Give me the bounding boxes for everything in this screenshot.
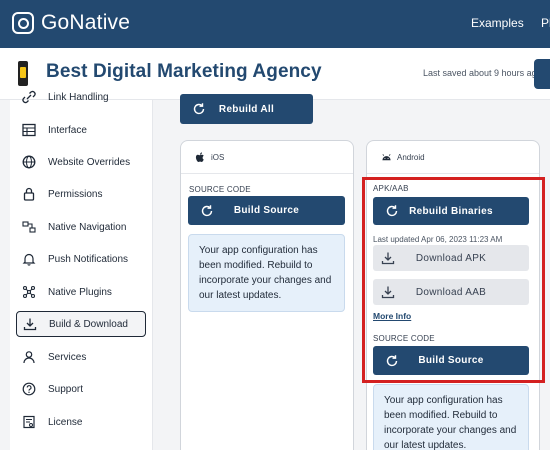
question-icon: [20, 380, 38, 398]
sidebar-item-label: Services: [48, 351, 87, 363]
sidebar-item-license[interactable]: License: [16, 409, 146, 435]
highlight-box: [362, 177, 545, 383]
layout-icon: [20, 121, 38, 139]
sidebar-item-website-overrides[interactable]: Website Overrides: [16, 149, 146, 175]
save-button[interactable]: [534, 59, 550, 89]
sidebar-divider: [152, 100, 153, 450]
sidebar-item-permissions[interactable]: Permissions: [16, 181, 146, 207]
sidebar-item-push-notifications[interactable]: Push Notifications: [16, 246, 146, 272]
sidebar-item-label: Native Navigation: [48, 221, 127, 233]
android-title: Android: [397, 152, 425, 162]
sidebar-item-native-plugins[interactable]: Native Plugins: [16, 279, 146, 305]
top-navbar: GoNative Examples Pl: [0, 0, 550, 48]
rebuild-all-button[interactable]: Rebuild All: [180, 94, 313, 124]
ios-source-code-label: SOURCE CODE: [189, 185, 251, 194]
refresh-icon: [192, 102, 206, 116]
ios-build-source-button[interactable]: Build Source: [188, 196, 345, 225]
apple-icon: [195, 151, 206, 163]
android-card-header: Android: [367, 141, 539, 174]
sidebar-item-support[interactable]: Support: [16, 376, 146, 402]
brand-name: GoNative: [41, 11, 131, 34]
globe-icon: [20, 153, 38, 171]
ios-title: iOS: [211, 152, 225, 162]
plugin-icon: [20, 283, 38, 301]
download-icon: [21, 315, 39, 333]
android-info-message: Your app configuration has been modified…: [373, 384, 529, 450]
link-icon: [20, 88, 38, 106]
app-title: Best Digital Marketing Agency: [46, 61, 322, 82]
sidebar-item-interface[interactable]: Interface: [16, 117, 146, 143]
license-icon: [20, 413, 38, 431]
bell-icon: [20, 250, 38, 268]
user-icon: [20, 348, 38, 366]
sidebar-item-link-handling[interactable]: Link Handling: [16, 84, 146, 110]
sidebar-item-label: Interface: [48, 124, 87, 136]
sidebar: Link Handling Interface Website Override…: [10, 90, 152, 450]
brand[interactable]: GoNative: [12, 11, 130, 35]
sidebar-item-label: Website Overrides: [48, 156, 131, 168]
sidebar-item-label: Build & Download: [49, 318, 128, 330]
rebuild-all-label: Rebuild All: [218, 103, 275, 115]
last-saved-status: Last saved about 9 hours ago: [423, 68, 542, 78]
ios-build-source-label: Build Source: [233, 205, 300, 216]
refresh-icon: [200, 204, 214, 218]
ios-card-header: iOS: [181, 141, 353, 174]
sidebar-item-build-download[interactable]: Build & Download: [16, 311, 146, 337]
ios-info-message: Your app configuration has been modified…: [188, 234, 345, 312]
android-icon: [381, 152, 392, 163]
sidebar-item-label: Link Handling: [48, 91, 109, 103]
sidebar-item-label: License: [48, 416, 83, 428]
navigation-icon: [20, 218, 38, 236]
nav-link-examples[interactable]: Examples: [471, 16, 524, 30]
sidebar-item-services[interactable]: Services: [16, 344, 146, 370]
sidebar-item-label: Support: [48, 383, 84, 395]
lock-icon: [20, 185, 38, 203]
sidebar-item-label: Push Notifications: [48, 253, 129, 265]
sidebar-item-label: Permissions: [48, 188, 103, 200]
sidebar-item-label: Native Plugins: [48, 286, 112, 298]
nav-link-truncated[interactable]: Pl: [541, 16, 550, 30]
sidebar-item-native-navigation[interactable]: Native Navigation: [16, 214, 146, 240]
gonative-logo-icon: [12, 12, 34, 34]
